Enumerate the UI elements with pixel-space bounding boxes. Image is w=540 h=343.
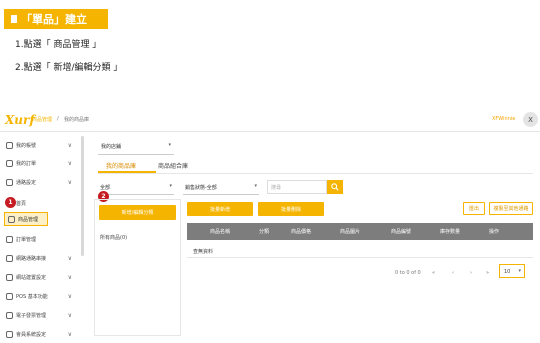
prev-page-icon[interactable]: ‹ [452, 270, 454, 276]
tab-my-products[interactable]: 我的商品庫 [106, 161, 136, 170]
sidebar-item-label: POS 基本功能 [16, 293, 48, 300]
export-button[interactable]: 匯出 [463, 202, 485, 215]
sidebar-item-label: 電子發票管理 [16, 312, 47, 319]
column-header[interactable]: 商品編號 [391, 228, 411, 235]
chevron-down-icon: ∨ [67, 311, 72, 319]
tab-product-bundles[interactable]: 商品組合庫 [158, 161, 188, 170]
breadcrumb-current: 我的商品庫 [64, 117, 90, 123]
column-header[interactable]: 商品圖片 [340, 228, 360, 235]
orders-icon [6, 159, 13, 167]
category-filter-select[interactable]: 全部 ▾ [98, 180, 174, 195]
category-filter-value: 全部 [100, 185, 111, 191]
sidebar-item-order-management[interactable]: 訂單管理 [0, 232, 78, 246]
table-row-divider [187, 257, 533, 258]
chevron-down-icon: ∨ [67, 159, 72, 167]
online-channel-icon [6, 254, 13, 262]
empty-table-message: 查無資料 [193, 249, 214, 255]
search-button[interactable] [327, 180, 343, 194]
sidebar-item-label: 網路通路串接 [16, 255, 47, 262]
sidebar-scrollbar[interactable] [81, 136, 84, 256]
invoice-icon [6, 311, 13, 319]
sidebar-item-account[interactable]: 我的帳號 ∨ [0, 138, 78, 152]
sidebar-item-orders[interactable]: 我的訂單 ∨ [0, 156, 78, 170]
website-icon [6, 273, 13, 281]
search-input[interactable]: 搜尋 [267, 180, 327, 194]
category-item-all[interactable]: 所有商品(0) [100, 234, 127, 241]
instruction-step-2: 2.點選「 新增/編輯分類 」 [15, 63, 123, 73]
callout-badge-1: 1 [5, 197, 16, 208]
pagination-range: 0 to 0 of 0 [395, 270, 421, 276]
product-table-header: 商品名稱 分類 商品價格 商品圖片 商品編號 庫存數量 操作 [187, 223, 533, 240]
chevron-down-icon: ∨ [67, 254, 72, 262]
search-placeholder: 搜尋 [271, 185, 282, 191]
sidebar-item-pos[interactable]: POS 基本功能 ∨ [0, 289, 78, 303]
tabs-divider [98, 173, 533, 174]
sidebar-item-label: 通路設定 [16, 179, 37, 186]
chevron-down-icon: ▾ [168, 142, 171, 148]
chevron-down-icon: ∨ [67, 178, 72, 186]
sidebar: 我的帳號 ∨ 我的訂單 ∨ 通路設定 ∨ 首頁 商品管理 訂單管理 網路通路串接… [0, 132, 86, 343]
sidebar-item-product-management[interactable]: 商品管理 [4, 212, 48, 226]
chevron-down-icon: ▾ [254, 183, 257, 189]
column-header[interactable]: 操作 [489, 228, 499, 235]
chevron-down-icon: ▾ [169, 183, 172, 189]
shop-select[interactable]: 我的店鋪 ▾ [98, 138, 174, 155]
page-size-select[interactable]: 10 ▾ [499, 264, 525, 278]
pos-icon [6, 292, 13, 300]
sidebar-item-label: 會員系統設定 [16, 331, 47, 338]
instruction-title: 「單品」建立 [21, 13, 87, 26]
first-page-icon[interactable]: « [432, 270, 435, 276]
app-logo[interactable]: Xurf [5, 113, 35, 127]
batch-add-button[interactable]: 批量新增 [187, 202, 253, 216]
sidebar-item-website-settings[interactable]: 網站建置設定 ∨ [0, 270, 78, 284]
search-icon [331, 183, 339, 191]
next-page-icon[interactable]: › [470, 270, 472, 276]
breadcrumb-separator: / [57, 116, 59, 122]
sidebar-item-label: 首頁 [16, 200, 27, 207]
shop-select-value: 我的店鋪 [101, 144, 122, 150]
channel-icon [6, 178, 13, 186]
sidebar-item-label: 網站建置設定 [16, 274, 47, 281]
last-page-icon[interactable]: » [486, 270, 489, 276]
username[interactable]: XFWinnie [492, 116, 515, 122]
column-header[interactable]: 庫存數量 [440, 228, 460, 235]
member-icon [6, 330, 13, 338]
instruction-step-1: 1.點選「 商品管理 」 [15, 40, 102, 50]
chevron-down-icon: ∨ [67, 330, 72, 338]
sidebar-item-online-channel[interactable]: 網路通路串接 ∨ [0, 251, 78, 265]
sidebar-item-label: 我的帳號 [16, 142, 37, 149]
column-header[interactable]: 商品價格 [291, 228, 311, 235]
sidebar-item-channel-settings[interactable]: 通路設定 ∨ [0, 175, 78, 189]
chevron-down-icon: ∨ [67, 273, 72, 281]
column-header[interactable]: 商品名稱 [210, 228, 230, 235]
copy-to-channel-button[interactable]: 複製至其他通路 [489, 202, 533, 215]
chevron-down-icon: ▾ [518, 268, 521, 274]
page-size-value: 10 [504, 269, 511, 275]
sidebar-item-label: 我的訂單 [16, 160, 37, 167]
avatar[interactable]: X [523, 112, 538, 127]
chevron-down-icon: ∨ [67, 292, 72, 300]
sidebar-item-e-invoice[interactable]: 電子發票管理 ∨ [0, 308, 78, 322]
column-header[interactable]: 分類 [259, 228, 269, 235]
account-icon [6, 141, 13, 149]
status-filter-select[interactable]: 銷售狀態-全部 ▾ [183, 180, 259, 195]
breadcrumb-home[interactable]: 商品管理 [32, 116, 52, 123]
product-icon [8, 215, 15, 223]
batch-delete-button[interactable]: 批量刪除 [258, 202, 324, 216]
chevron-down-icon: ∨ [67, 141, 72, 149]
sidebar-item-member-system[interactable]: 會員系統設定 ∨ [0, 327, 78, 341]
sidebar-item-label: 訂單管理 [16, 236, 37, 243]
status-filter-value: 銷售狀態-全部 [185, 185, 217, 191]
sidebar-item-label: 商品管理 [18, 216, 39, 223]
order-management-icon [6, 235, 13, 243]
title-marker-icon [11, 15, 17, 23]
instruction-title-banner: 「單品」建立 [4, 9, 108, 29]
add-edit-category-button[interactable]: 新增/編輯分類 [99, 205, 176, 220]
